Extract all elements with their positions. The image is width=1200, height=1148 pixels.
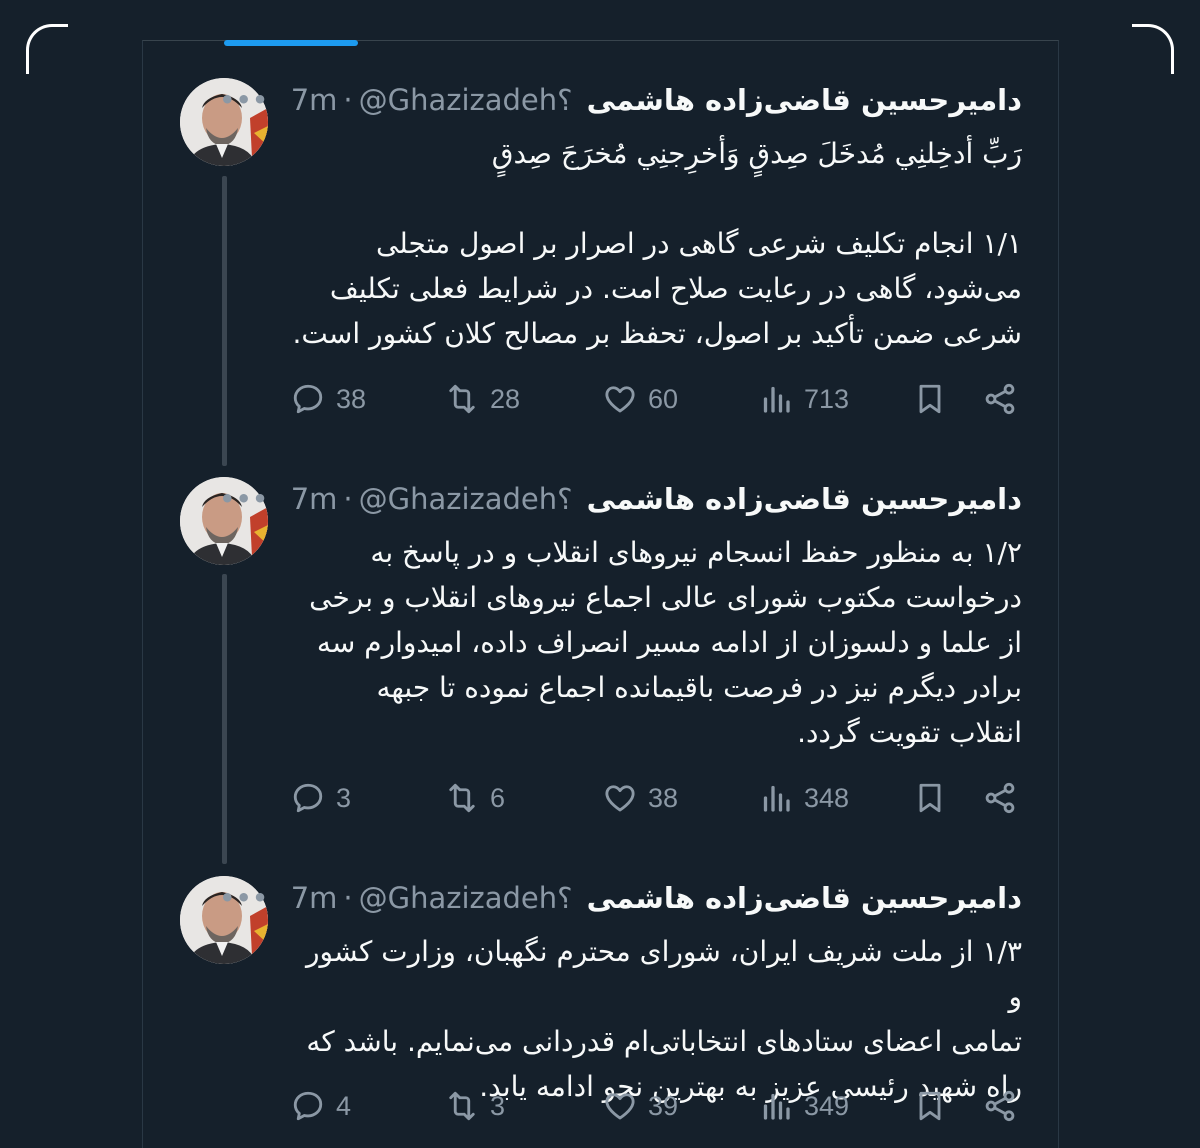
like-icon: [605, 1093, 635, 1120]
tweet-line: شرعی ضمن تأکید بر اصول، تحفظ بر مصالح کل…: [292, 317, 1022, 350]
views-icon: [763, 386, 790, 413]
more-options-icon[interactable]: •••: [220, 86, 269, 114]
separator-dot: ·: [343, 482, 353, 516]
reply-count: 3: [336, 782, 352, 813]
like-icon: [605, 386, 635, 413]
screen-corner-top-left: [26, 24, 68, 74]
tweet-time[interactable]: 7m: [291, 881, 338, 915]
tweet-time[interactable]: 7m: [291, 83, 338, 117]
share-icon: [985, 782, 1015, 814]
reply-icon: [293, 783, 323, 813]
tweet-text: ۱/۲ به منظور حفظ انسجام نیروهای انقلاب و…: [292, 530, 1022, 755]
views-icon: [763, 1093, 790, 1120]
tweet-line: برادر دیگرم نیز در فرصت باقیمانده اجماع …: [376, 671, 1022, 704]
tweet-header: ••• 7m · @Ghazizadeh؟ دامیرحسین قاضی‌زاد…: [220, 479, 1022, 519]
share-button[interactable]: [982, 1088, 1018, 1124]
reply-icon: [293, 384, 323, 414]
more-options-icon[interactable]: •••: [220, 485, 269, 513]
author-handle[interactable]: @Ghazizadeh؟: [359, 83, 579, 117]
bookmark-button[interactable]: [912, 381, 948, 417]
bookmark-icon: [919, 384, 941, 414]
reply-button[interactable]: 4: [290, 1088, 351, 1124]
tweet-actions: 3 6 38 348: [290, 780, 1030, 824]
tweet-line: ۱/۳ از ملت شریف ایران، شورای محترم نگهبا…: [306, 935, 1022, 1013]
reply-count: 38: [336, 383, 367, 414]
bookmark-icon: [919, 1091, 941, 1121]
views-button[interactable]: 348: [758, 780, 849, 816]
author-name[interactable]: دامیرحسین قاضی‌زاده هاشمی: [587, 83, 1022, 117]
reply-icon: [293, 1091, 323, 1121]
tweet-line: می‌شود، گاهی در رعایت صلاح امت. در شرایط…: [329, 272, 1022, 305]
tweet-text: ۱/۳ از ملت شریف ایران، شورای محترم نگهبا…: [292, 929, 1022, 1109]
thread-connector: [222, 574, 227, 864]
share-button[interactable]: [982, 780, 1018, 816]
separator-dot: ·: [343, 83, 353, 117]
views-icon: [763, 785, 790, 812]
tweet-actions: 4 3 39 349: [290, 1088, 1030, 1132]
retweet-icon: [449, 1091, 475, 1121]
active-tab-indicator: [224, 40, 358, 46]
retweet-count: 3: [490, 1090, 506, 1121]
author-handle[interactable]: @Ghazizadeh؟: [359, 881, 579, 915]
like-count: 60: [648, 383, 679, 414]
author-name[interactable]: دامیرحسین قاضی‌زاده هاشمی: [587, 881, 1022, 915]
tweet-line: انقلاب تقویت گردد.: [797, 716, 1022, 749]
bookmark-button[interactable]: [912, 1088, 948, 1124]
reply-button[interactable]: 38: [290, 381, 366, 417]
paragraph-break: [292, 176, 1022, 221]
separator-dot: ·: [343, 881, 353, 915]
retweet-button[interactable]: 6: [444, 780, 505, 816]
retweet-button[interactable]: 3: [444, 1088, 505, 1124]
share-icon: [985, 1090, 1015, 1122]
bookmark-icon: [919, 783, 941, 813]
tweet-line: از علما و دلسوزان از ادامه مسیر انصراف د…: [316, 626, 1022, 659]
thread-connector: [222, 176, 227, 466]
tweet-header: ••• 7m · @Ghazizadeh؟ دامیرحسین قاضی‌زاد…: [220, 878, 1022, 918]
tweet-actions: 38 28 60 713: [290, 381, 1030, 425]
retweet-count: 28: [490, 383, 521, 414]
screen-corner-top-right: [1132, 24, 1174, 74]
tweet-header: ••• 7m · @Ghazizadeh؟ دامیرحسین قاضی‌زاد…: [220, 80, 1022, 120]
retweet-button[interactable]: 28: [444, 381, 520, 417]
reply-button[interactable]: 3: [290, 780, 351, 816]
like-count: 39: [648, 1090, 679, 1121]
retweet-icon: [449, 783, 475, 813]
retweet-count: 6: [490, 782, 506, 813]
like-button[interactable]: 60: [602, 381, 678, 417]
views-button[interactable]: 349: [758, 1088, 849, 1124]
like-button[interactable]: 39: [602, 1088, 678, 1124]
more-options-icon[interactable]: •••: [220, 884, 269, 912]
share-button[interactable]: [982, 381, 1018, 417]
view-count: 713: [804, 383, 850, 414]
tweet-line: ۱/۱ انجام تکلیف شرعی گاهی در اصرار بر اص…: [375, 227, 1022, 260]
reply-count: 4: [336, 1090, 352, 1121]
bookmark-button[interactable]: [912, 780, 948, 816]
tweet-line: ۱/۲ به منظور حفظ انسجام نیروهای انقلاب و…: [370, 536, 1022, 569]
view-count: 348: [804, 782, 850, 813]
tweet-line: رَبِّ أدخِلنِي مُدخَلَ صِدقٍ وَأخرِجنِي …: [491, 137, 1022, 170]
tweet-time[interactable]: 7m: [291, 482, 338, 516]
author-name[interactable]: دامیرحسین قاضی‌زاده هاشمی: [587, 482, 1022, 516]
like-count: 38: [648, 782, 679, 813]
tweet-line: تمامی اعضای ستادهای انتخاباتی‌ام قدردانی…: [306, 1025, 1022, 1058]
tweet-line: درخواست مکتوب شورای عالی اجماع نیروهای ا…: [309, 581, 1022, 614]
views-button[interactable]: 713: [758, 381, 849, 417]
retweet-icon: [449, 384, 475, 414]
view-count: 349: [804, 1090, 850, 1121]
like-button[interactable]: 38: [602, 780, 678, 816]
share-icon: [985, 383, 1015, 415]
tweet-text: رَبِّ أدخِلنِي مُدخَلَ صِدقٍ وَأخرِجنِي …: [292, 131, 1022, 356]
author-handle[interactable]: @Ghazizadeh؟: [359, 482, 579, 516]
like-icon: [605, 785, 635, 812]
